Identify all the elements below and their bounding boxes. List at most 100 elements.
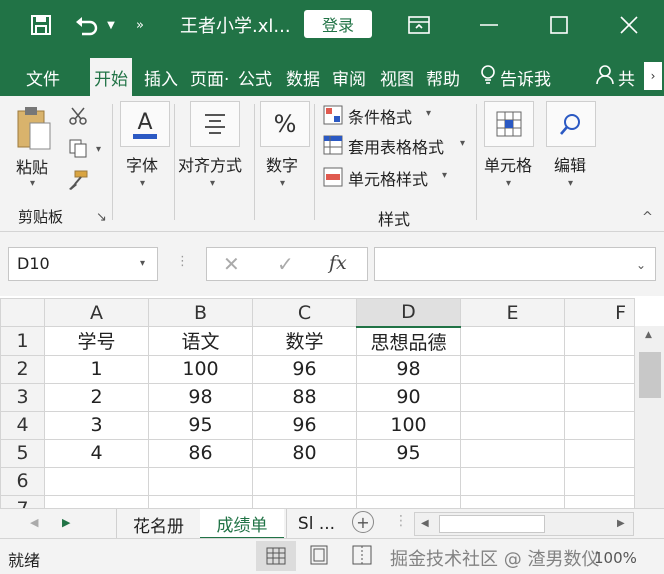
cells-label[interactable]: 单元格	[484, 152, 532, 176]
paste-caret-icon[interactable]: ▾	[30, 178, 35, 189]
cell[interactable]: 90	[356, 382, 461, 412]
alignment-icon[interactable]	[190, 101, 240, 147]
cell[interactable]	[460, 466, 565, 496]
spreadsheet[interactable]: A B C D E F 1 学号 语文 数学 思想品德 2 1 100 96 9…	[0, 298, 635, 508]
cell[interactable]	[564, 354, 635, 384]
horizontal-scrollbar[interactable]: ◀ ▶	[414, 512, 634, 536]
cell[interactable]	[356, 466, 461, 496]
page-layout-view-icon[interactable]	[310, 545, 328, 569]
cell[interactable]: 95	[148, 410, 253, 440]
cell[interactable]: 4	[44, 438, 149, 468]
normal-view-icon[interactable]	[256, 541, 296, 571]
cell[interactable]: 95	[356, 438, 461, 468]
cell[interactable]	[564, 410, 635, 440]
column-header-e[interactable]: E	[460, 298, 565, 327]
customize-toolbar-icon[interactable]: »	[130, 14, 150, 36]
scroll-right-icon[interactable]: ▶	[617, 518, 625, 529]
clipboard-launcher-icon[interactable]: ↘	[96, 210, 107, 225]
select-all-corner[interactable]	[0, 298, 45, 327]
save-icon[interactable]	[28, 12, 54, 38]
cell[interactable]	[564, 494, 635, 508]
formula-bar-grip-icon[interactable]: ⋮	[176, 254, 189, 269]
cell[interactable]	[460, 354, 565, 384]
cell[interactable]	[148, 494, 253, 508]
cell[interactable]	[148, 466, 253, 496]
collapse-ribbon-icon[interactable]: ^	[642, 210, 653, 225]
page-break-view-icon[interactable]	[352, 545, 372, 569]
search-icon[interactable]	[546, 101, 596, 147]
confirm-icon[interactable]: ✓	[277, 252, 294, 276]
cell[interactable]	[460, 438, 565, 468]
conditional-format-icon[interactable]	[322, 104, 344, 126]
cell[interactable]: 思想品德	[356, 326, 461, 356]
cell[interactable]: 3	[44, 410, 149, 440]
tab-share[interactable]: 共	[592, 58, 639, 96]
next-sheet-icon[interactable]: ▶	[62, 516, 70, 529]
scroll-left-icon[interactable]: ◀	[421, 518, 429, 529]
cell-styles-caret-icon[interactable]: ▾	[442, 170, 447, 181]
row-header[interactable]: 7	[0, 494, 45, 508]
tab-file[interactable]: 文件	[22, 58, 64, 96]
cell[interactable]: 2	[44, 382, 149, 412]
cancel-icon[interactable]: ✕	[223, 252, 240, 276]
formula-input[interactable]	[374, 247, 656, 281]
row-header[interactable]: 6	[0, 466, 45, 496]
sheet-tab-grades[interactable]: 成绩单	[200, 509, 284, 539]
column-header-b[interactable]: B	[148, 298, 253, 327]
undo-dropdown-icon[interactable]: ▼	[104, 16, 118, 34]
close-icon[interactable]	[614, 12, 644, 38]
cell[interactable]: 100	[356, 410, 461, 440]
editing-caret-icon[interactable]: ▾	[568, 178, 573, 189]
paste-icon[interactable]	[14, 104, 54, 152]
tab-home[interactable]: 开始	[90, 58, 132, 96]
tab-tell-me[interactable]: 告诉我	[476, 58, 555, 96]
column-header-a[interactable]: A	[44, 298, 149, 327]
cell[interactable]	[44, 466, 149, 496]
cell[interactable]	[356, 494, 461, 508]
column-header-c[interactable]: C	[252, 298, 357, 327]
zoom-level[interactable]: 100%	[594, 549, 637, 567]
cell-styles-label[interactable]: 单元格样式	[348, 166, 428, 190]
tab-insert[interactable]: 插入	[140, 58, 182, 96]
number-caret-icon[interactable]: ▾	[280, 178, 285, 189]
alignment-caret-icon[interactable]: ▾	[210, 178, 215, 189]
copy-icon[interactable]	[66, 136, 90, 160]
add-sheet-icon[interactable]: +	[352, 511, 374, 533]
insert-function-icon[interactable]: fx	[329, 252, 347, 274]
font-icon[interactable]: A	[120, 101, 170, 147]
expand-formula-bar-icon[interactable]: ⌄	[636, 258, 646, 272]
cell[interactable]: 1	[44, 354, 149, 384]
row-header[interactable]: 3	[0, 382, 45, 412]
scroll-up-icon[interactable]: ▲	[645, 330, 652, 340]
cell[interactable]	[460, 326, 565, 356]
row-header[interactable]: 5	[0, 438, 45, 468]
minimize-icon[interactable]	[474, 12, 504, 38]
ribbon-display-icon[interactable]	[404, 12, 434, 38]
format-painter-icon[interactable]	[66, 168, 90, 192]
cell[interactable]: 80	[252, 438, 357, 468]
number-label[interactable]: 数字	[266, 152, 298, 176]
cell[interactable]	[564, 438, 635, 468]
cell[interactable]: 86	[148, 438, 253, 468]
conditional-format-caret-icon[interactable]: ▾	[426, 108, 431, 119]
row-header[interactable]: 1	[0, 326, 45, 356]
font-label[interactable]: 字体	[126, 152, 158, 176]
tab-formulas[interactable]: 公式	[234, 58, 276, 96]
maximize-icon[interactable]	[544, 12, 574, 38]
cell[interactable]	[564, 382, 635, 412]
cell[interactable]: 98	[148, 382, 253, 412]
cell[interactable]: 学号	[44, 326, 149, 356]
cell[interactable]	[564, 326, 635, 356]
login-button[interactable]: 登录	[304, 10, 372, 38]
cell[interactable]: 96	[252, 410, 357, 440]
cell[interactable]	[564, 466, 635, 496]
name-box[interactable]: D10	[8, 247, 158, 281]
paste-label[interactable]: 粘贴	[16, 154, 48, 178]
cell[interactable]: 96	[252, 354, 357, 384]
name-box-caret-icon[interactable]: ▾	[140, 258, 145, 269]
font-caret-icon[interactable]: ▾	[140, 178, 145, 189]
cell[interactable]: 88	[252, 382, 357, 412]
vertical-scroll-thumb[interactable]	[639, 352, 661, 398]
vertical-scrollbar[interactable]: ▲ ▼	[634, 326, 664, 508]
column-header-d[interactable]: D	[356, 298, 461, 328]
